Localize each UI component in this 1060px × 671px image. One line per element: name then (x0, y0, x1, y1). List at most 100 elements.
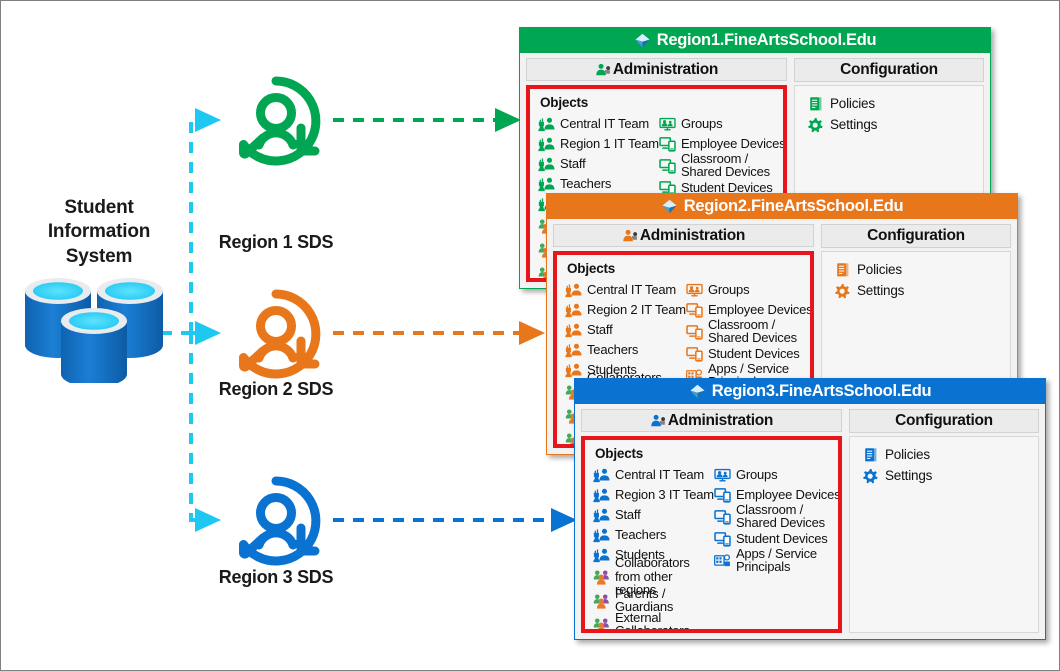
azure-ad-diamond-icon (661, 198, 678, 215)
region3-window-administration-header[interactable]: Administration (581, 409, 842, 433)
people-group-icon (538, 115, 555, 132)
config-list-item[interactable]: Policies (862, 444, 1038, 465)
object-list-item-label: Teachers (587, 341, 639, 357)
gear-icon (807, 117, 823, 133)
region1-window-objects-label: Objects (540, 95, 589, 111)
config-list-item-label: Policies (830, 96, 875, 111)
region3-window[interactable]: Region3.FineArtsSchool.Edu Administration… (574, 378, 1046, 640)
people-multicolor-icon (593, 592, 610, 609)
object-list-item-label: Classroom / Shared Devices (707, 316, 797, 346)
object-list-item[interactable]: Classroom / Shared Devices (686, 316, 810, 346)
region3-window-body: Administration Objects Central IT Team Regi… (575, 404, 1045, 639)
object-list-item[interactable]: Staff (565, 319, 686, 339)
region2-window-title-bar[interactable]: Region2.FineArtsSchool.Edu (547, 194, 1017, 219)
object-list-item[interactable]: Classroom / Shared Devices (659, 150, 783, 180)
object-list-item-label: Student Devices (735, 530, 828, 546)
people-group-icon (538, 175, 555, 192)
region1-sds-label: Region 1 SDS (218, 232, 334, 252)
object-list-item-label: Central IT Team (615, 466, 705, 482)
object-list-item[interactable]: Region 2 IT Team (565, 299, 686, 319)
gear-icon (862, 468, 878, 484)
object-list-item[interactable]: Region 3 IT Team (593, 484, 714, 504)
admin-person-icon (595, 62, 611, 78)
object-list-item-label: Region 3 IT Team (615, 486, 714, 502)
source-to-region1-line (189, 108, 221, 333)
object-list-item[interactable]: Groups (686, 279, 810, 299)
region2-sds-icon (219, 286, 333, 382)
region3-window-title-bar[interactable]: Region3.FineArtsSchool.Edu (575, 379, 1045, 404)
object-list-item[interactable]: Teachers (565, 339, 686, 359)
object-list-item[interactable]: Staff (538, 153, 659, 173)
object-list-item-label: Teachers (560, 175, 612, 191)
config-list-item[interactable]: Settings (862, 465, 1038, 486)
object-list-item[interactable]: Apps / Service Principals (713, 547, 838, 573)
object-list-item-label: Groups (735, 466, 778, 482)
object-list-item-label: Region 2 IT Team (587, 301, 686, 317)
config-list-item[interactable]: Settings (834, 280, 1010, 301)
people-group-icon (538, 135, 555, 152)
object-list-item[interactable]: Groups (714, 464, 838, 484)
object-list-item-label: Region 1 IT Team (560, 135, 659, 151)
people-group-icon (565, 281, 582, 298)
region1-window-administration-label: Administration (612, 60, 719, 78)
object-list-item[interactable]: Teachers (538, 173, 659, 193)
config-list-item-label: Settings (857, 283, 905, 298)
object-list-item[interactable]: Groups (659, 113, 783, 133)
people-multicolor-icon (593, 568, 610, 585)
object-list-item[interactable]: Central IT Team (593, 464, 714, 484)
object-list-item[interactable]: Central IT Team (538, 113, 659, 133)
region2-window-configuration-header[interactable]: Configuration (821, 224, 1011, 248)
region3-window-title-text: Region3.FineArtsSchool.Edu (711, 382, 932, 400)
object-list-item-label: Teachers (615, 526, 667, 542)
region1-window-title-text: Region1.FineArtsSchool.Edu (656, 31, 877, 49)
object-list-item[interactable]: Parents / Guardians (593, 587, 714, 613)
object-list-item[interactable]: Teachers (593, 524, 714, 544)
source-to-region3-line (189, 333, 221, 532)
object-list-item-label: Student Devices (707, 345, 800, 361)
object-list-item-label: Central IT Team (587, 281, 677, 297)
object-list-item-label: Employee Devices (707, 301, 813, 317)
region2-window-objects-label: Objects (567, 261, 616, 277)
object-list-item[interactable]: External Collaborators (593, 611, 714, 630)
region2-window-configuration-label: Configuration (867, 227, 965, 244)
policy-scroll-icon (834, 262, 850, 278)
region1-window-configuration-label: Configuration (840, 61, 938, 78)
region3-window-administration-label: Administration (667, 411, 774, 429)
region1-window-administration-header[interactable]: Administration (526, 58, 787, 82)
config-list-item[interactable]: Policies (834, 259, 1010, 280)
devices-icon (659, 135, 676, 152)
region1-window-configuration-header[interactable]: Configuration (794, 58, 984, 82)
people-multicolor-icon (593, 616, 610, 630)
region1-window-title-bar[interactable]: Region1.FineArtsSchool.Edu (520, 28, 990, 53)
policy-scroll-icon (862, 447, 878, 463)
region2-sds-label: Region 2 SDS (218, 379, 334, 399)
region2-window-administration-header[interactable]: Administration (553, 224, 814, 248)
config-list-item[interactable]: Policies (807, 93, 983, 114)
people-group-icon (593, 526, 610, 543)
region3-sds-icon (219, 473, 333, 569)
object-list-item-label: Classroom / Shared Devices (680, 150, 770, 180)
source-connector-group (161, 108, 221, 532)
region3-window-configuration-header[interactable]: Configuration (849, 409, 1039, 433)
admin-person-icon (622, 228, 638, 244)
config-list-item-label: Settings (830, 117, 878, 132)
people-group-icon (538, 155, 555, 172)
people-group-icon (593, 506, 610, 523)
config-list-item[interactable]: Settings (807, 114, 983, 135)
object-list-item[interactable]: Staff (593, 504, 714, 524)
people-group-icon (593, 546, 610, 563)
object-list-item-label: Staff (615, 506, 641, 522)
object-list-item[interactable]: Central IT Team (565, 279, 686, 299)
devices-icon (686, 345, 703, 362)
object-list-item[interactable]: Collaborators from other regions (593, 556, 714, 596)
object-list-item[interactable]: Region 1 IT Team (538, 133, 659, 153)
people-group-icon (593, 486, 610, 503)
database-cylinder-front (61, 308, 127, 383)
region3-window-objects-column-right: Groups Employee Devices Classroom / Shared… (713, 464, 838, 629)
object-list-item[interactable]: Classroom / Shared Devices (714, 503, 838, 529)
region3-window-configuration-panel: Policies Settings (849, 436, 1039, 633)
people-group-icon (565, 341, 582, 358)
policy-scroll-icon (807, 96, 823, 112)
source-title-line-3: System (65, 245, 133, 267)
source-system-title: Student Information System (19, 196, 179, 269)
